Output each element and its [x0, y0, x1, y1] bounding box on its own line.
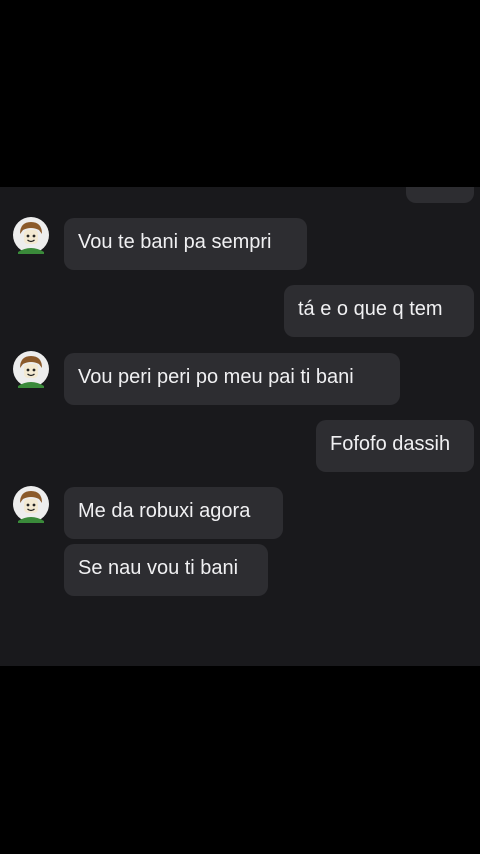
message-bubble-outgoing[interactable]: tá e o que q tem — [284, 285, 474, 337]
message-bubble-outgoing-partial — [406, 187, 474, 203]
message-bubble-incoming[interactable]: Vou te bani pa sempri — [64, 218, 307, 270]
message-bubble-incoming[interactable]: Me da robuxi agora — [64, 487, 283, 539]
message-bubble-incoming[interactable]: Se nau vou ti bani — [64, 544, 268, 596]
message-bubble-outgoing[interactable]: Fofofo dassih — [316, 420, 474, 472]
avatar-icon[interactable] — [12, 350, 50, 388]
avatar-icon[interactable] — [12, 216, 50, 254]
message-bubble-incoming[interactable]: Vou peri peri po meu pai ti bani — [64, 353, 400, 405]
avatar-icon[interactable] — [12, 485, 50, 523]
chat-panel[interactable]: Vou te bani pa sempri tá e o que q tem V… — [0, 187, 480, 666]
